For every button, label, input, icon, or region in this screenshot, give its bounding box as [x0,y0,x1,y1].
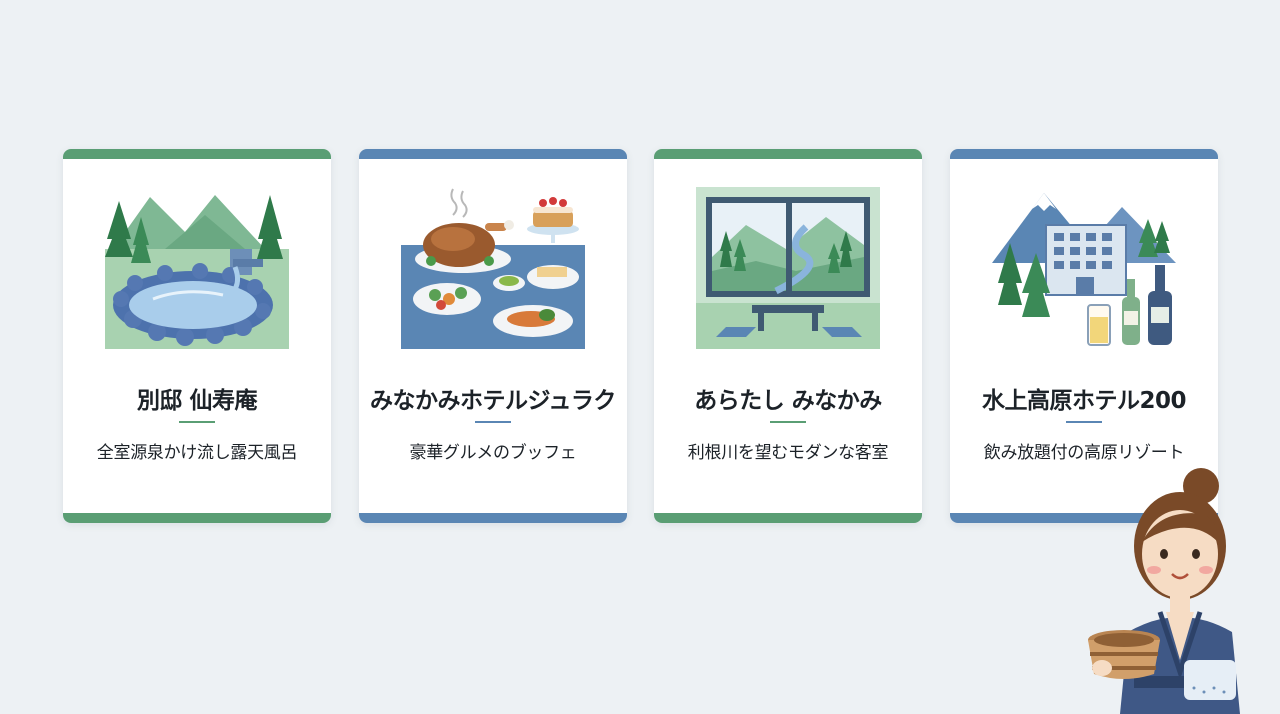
card-accent-top [63,149,331,159]
card-accent-bottom [654,513,922,523]
card-accent-top [654,149,922,159]
hotel-card-aratashi[interactable]: あらたし みなかみ 利根川を望むモダンな客室 [654,149,922,523]
card-accent-top [950,149,1218,159]
hotel-feature: 全室源泉かけ流し露天風呂 [96,443,298,463]
card-accent-bottom [359,513,627,523]
hotel-name: 水上高原ホテル200 [981,388,1187,414]
hotel-name: 別邸 仙寿庵 [136,388,258,414]
highland-resort-icon [992,187,1176,349]
hotel-card-juraku[interactable]: みなかみホテルジュラク 豪華グルメのブッフェ [359,149,627,523]
hot-spring-icon [105,187,289,349]
card-accent-bottom [63,513,331,523]
hotel-feature: 利根川を望むモダンな客室 [687,443,889,463]
hotel-feature: 飲み放題付の高原リゾート [983,443,1185,463]
hotel-name: みなかみホテルジュラク [370,388,616,414]
river-view-room-icon [696,187,880,349]
hotel-feature: 豪華グルメのブッフェ [409,443,577,463]
yukata-woman-icon [1088,468,1240,714]
buffet-icon [401,187,585,349]
title-divider [1066,421,1102,423]
card-accent-top [359,149,627,159]
title-divider [770,421,806,423]
title-divider [179,421,215,423]
hotel-name: あらたし みなかみ [694,388,882,414]
title-divider [475,421,511,423]
hotel-card-sensuan[interactable]: 別邸 仙寿庵 全室源泉かけ流し露天風呂 [63,149,331,523]
